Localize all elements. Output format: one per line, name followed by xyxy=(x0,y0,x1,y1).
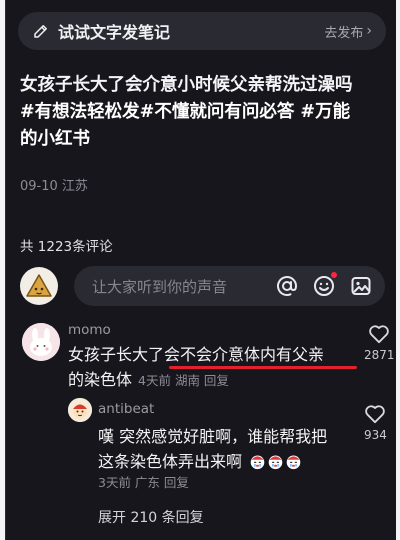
post-date-location: 09-10 江苏 xyxy=(20,179,88,194)
comment-text: 嘆 突然感觉好脏啊，谁能帮我把 这条染色体弄出来啊 xyxy=(98,424,358,474)
publish-button[interactable]: 去发布 › xyxy=(324,22,372,41)
crying-face-icon xyxy=(268,455,283,470)
emoji-button[interactable] xyxy=(312,272,337,298)
at-icon[interactable] xyxy=(275,274,299,298)
avatar-illustration-icon xyxy=(26,274,52,297)
my-avatar[interactable] xyxy=(20,267,58,305)
expand-replies-link[interactable]: 展开 210 条回复 xyxy=(98,507,204,527)
post-hashtags-cont[interactable]: 的小红书 xyxy=(20,126,385,153)
image-icon[interactable] xyxy=(349,274,373,298)
crying-emoji-group xyxy=(249,453,302,470)
quick-note-title: 试试文字发笔记 xyxy=(58,23,171,42)
comment-text-line: 嘆 突然感觉好脏啊，谁能帮我把 xyxy=(98,427,328,446)
comment-meta[interactable]: 4天前 湖南 回复 xyxy=(138,373,229,388)
heart-icon xyxy=(365,405,386,424)
post-hashtags[interactable]: #有想法轻松发#不懂就问有问必答 #万能 xyxy=(20,99,385,126)
publish-label: 去发布 xyxy=(324,25,364,41)
comment-meta[interactable]: 3天前 广东 回复 xyxy=(98,472,189,491)
post-body: 女孩子长大了会介意小时候父亲帮洗过澡吗 #有想法轻松发#不懂就问有问必答 #万能… xyxy=(20,72,385,153)
heart-icon xyxy=(369,325,390,344)
pencil-icon xyxy=(34,25,47,38)
quick-note-bar[interactable]: 试试文字发笔记 去发布 › xyxy=(18,12,386,50)
crying-face-icon xyxy=(250,455,265,470)
like-button[interactable]: 934 xyxy=(364,404,387,442)
app-screen: 试试文字发笔记 去发布 › 女孩子长大了会介意小时候父亲帮洗过澡吗 #有想法轻松… xyxy=(5,0,396,540)
crying-face-icon xyxy=(286,455,301,470)
comment-username[interactable]: momo xyxy=(68,322,111,338)
like-button[interactable]: 2871 xyxy=(364,324,395,362)
chevron-right-icon: › xyxy=(366,23,372,39)
comment-text-line: 的染色体 xyxy=(68,370,133,389)
comment-text-line: 女孩子长大了会不会介意体内有父亲 xyxy=(68,345,325,364)
rabbit-avatar-icon xyxy=(22,323,60,361)
comment-avatar-antibeat[interactable] xyxy=(68,398,92,422)
like-count: 2871 xyxy=(364,348,395,362)
comment-input-placeholder: 让大家听到你的声音 xyxy=(92,277,228,296)
notification-dot xyxy=(331,272,337,278)
cartoon-avatar-icon xyxy=(68,398,92,422)
like-count: 934 xyxy=(364,428,387,442)
post-title: 女孩子长大了会介意小时候父亲帮洗过澡吗 xyxy=(20,75,353,95)
red-underline-annotation xyxy=(169,366,357,369)
comment-input[interactable]: 让大家听到你的声音 xyxy=(74,266,385,306)
comment-username[interactable]: antibeat xyxy=(98,401,154,417)
comment-text-line: 这条染色体弄出来啊 xyxy=(98,452,243,471)
comment-count: 共 1223条评论 xyxy=(20,239,113,255)
comment-avatar-momo[interactable] xyxy=(22,323,60,361)
